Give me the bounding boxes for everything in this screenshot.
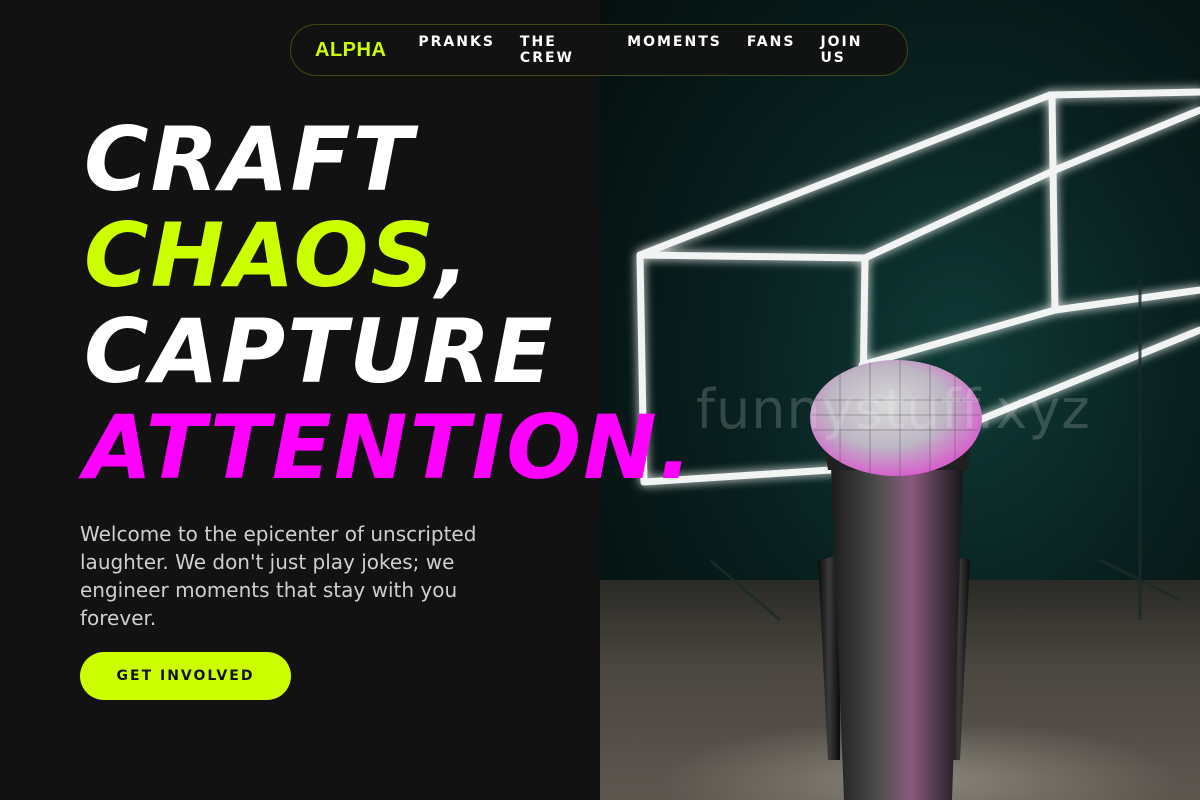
nav-link-pranks[interactable]: PRANKS	[418, 34, 495, 66]
hero-intro-text: Welcome to the epicenter of unscripted l…	[80, 522, 477, 630]
nav-link-fans[interactable]: FANS	[747, 34, 796, 66]
image-watermark: funnystuff.xyz	[696, 378, 1091, 441]
brand-logo[interactable]: ALPHA	[315, 39, 386, 62]
nav-link-moments[interactable]: MOMENTS	[627, 34, 722, 66]
headline-line-2-punct: ,	[435, 204, 472, 307]
nav-link-the-crew[interactable]: THE CREW	[520, 34, 602, 66]
nav-link-join-us[interactable]: JOIN US	[820, 34, 883, 66]
headline-line-4: ATTENTION.	[84, 396, 695, 499]
nav-links: PRANKS THE CREW MOMENTS FANS JOIN US	[418, 34, 883, 66]
headline-line-1: CRAFT	[84, 108, 415, 211]
hero-headline: CRAFT CHAOS, CAPTURE ATTENTION.	[84, 112, 694, 496]
headline-line-2-word: CHAOS	[84, 204, 436, 307]
headline-line-2: CHAOS,	[84, 208, 694, 304]
get-involved-button[interactable]: GET INVOLVED	[80, 652, 291, 700]
landing-page: funnystuff.xyz ALPHA PRANKS THE CREW MOM…	[0, 0, 1200, 800]
top-nav: ALPHA PRANKS THE CREW MOMENTS FANS JOIN …	[290, 24, 908, 76]
headline-line-3: CAPTURE	[84, 300, 555, 403]
